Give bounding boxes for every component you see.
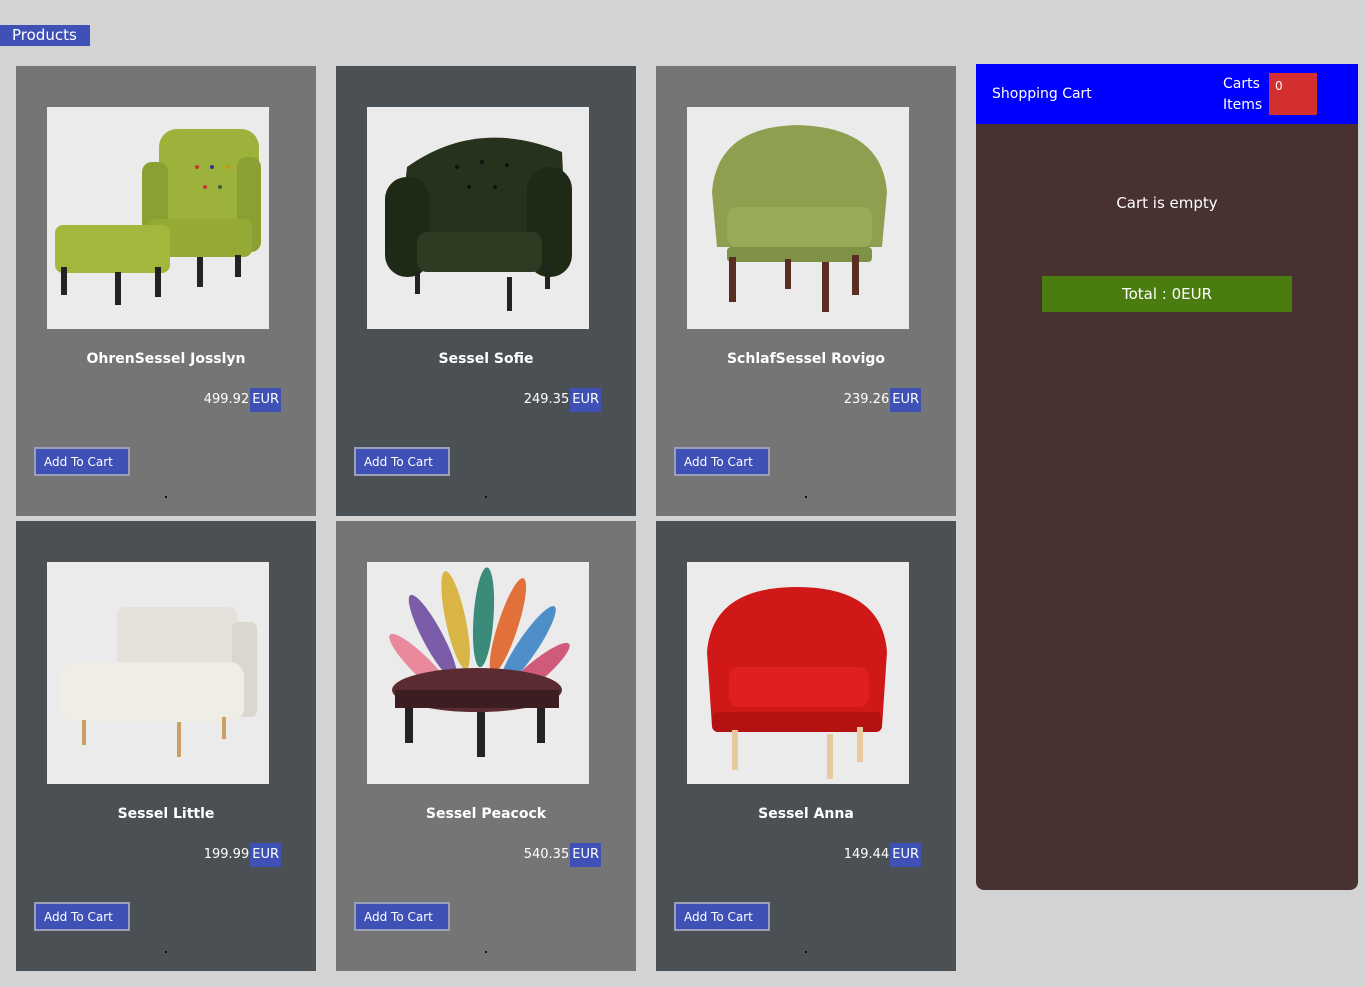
currency-badge: EUR <box>890 388 921 412</box>
product-name: SchlafSessel Rovigo <box>726 351 886 367</box>
cart-empty-message: Cart is empty <box>1116 194 1218 212</box>
product-image <box>687 107 909 329</box>
product-image <box>367 107 589 329</box>
price-value: 199.99 <box>203 846 250 862</box>
product-card: Sessel Little 199.99 EUR Add To Cart <box>16 521 316 971</box>
product-price: 199.99 EUR <box>204 843 281 867</box>
patchwork-peacock-chair-icon <box>389 567 570 757</box>
product-price: 540.35 EUR <box>524 843 601 867</box>
red-tub-chair-icon <box>707 587 887 779</box>
divider-dot <box>805 951 807 953</box>
price-value: 249.35 <box>523 391 570 407</box>
add-to-cart-button[interactable]: Add To Cart <box>34 447 130 476</box>
product-name: OhrenSessel Josslyn <box>86 351 246 367</box>
currency-badge: EUR <box>890 843 921 867</box>
product-card: OhrenSessel Josslyn 499.92 EUR Add To Ca… <box>16 66 316 516</box>
cart-items-label: Carts Items <box>1223 76 1263 113</box>
shopping-cart-panel: Shopping Cart Carts Items 0 Cart is empt… <box>976 64 1358 890</box>
product-image <box>47 562 269 784</box>
price-value: 499.92 <box>203 391 250 407</box>
divider-dot <box>485 951 487 953</box>
currency-badge: EUR <box>570 843 601 867</box>
cart-count-badge: 0 <box>1269 73 1317 115</box>
product-card: Sessel Anna 149.44 EUR Add To Cart <box>656 521 956 971</box>
product-image <box>687 562 909 784</box>
olive-tub-chair-icon <box>712 125 887 312</box>
add-to-cart-button[interactable]: Add To Cart <box>34 902 130 931</box>
cart-title: Shopping Cart <box>992 86 1092 102</box>
cart-header: Shopping Cart Carts Items 0 <box>976 64 1358 124</box>
product-card: Sessel Sofie 249.35 EUR Add To Cart <box>336 66 636 516</box>
currency-badge: EUR <box>570 388 601 412</box>
add-to-cart-button[interactable]: Add To Cart <box>674 902 770 931</box>
divider-dot <box>485 496 487 498</box>
dark-green-armchair-icon <box>385 137 572 311</box>
product-name: Sessel Sofie <box>438 351 534 367</box>
green-wingback-chair-icon <box>55 129 261 305</box>
add-to-cart-button[interactable]: Add To Cart <box>674 447 770 476</box>
product-price: 239.26 EUR <box>844 388 921 412</box>
cart-total: Total : 0EUR <box>1042 276 1292 312</box>
divider-dot <box>165 951 167 953</box>
price-value: 149.44 <box>843 846 890 862</box>
product-name: Sessel Anna <box>758 806 854 822</box>
add-to-cart-button[interactable]: Add To Cart <box>354 447 450 476</box>
product-image <box>367 562 589 784</box>
product-card: Sessel Peacock 540.35 EUR Add To Cart <box>336 521 636 971</box>
divider-dot <box>165 496 167 498</box>
price-value: 540.35 <box>523 846 570 862</box>
product-price: 499.92 EUR <box>204 388 281 412</box>
divider-dot <box>805 496 807 498</box>
product-name: Sessel Little <box>117 806 215 822</box>
price-value: 239.26 <box>843 391 890 407</box>
white-sleeper-chair-icon <box>59 607 257 757</box>
product-name: Sessel Peacock <box>425 806 547 822</box>
product-card: SchlafSessel Rovigo 239.26 EUR Add To Ca… <box>656 66 956 516</box>
product-price: 149.44 EUR <box>844 843 921 867</box>
currency-badge: EUR <box>250 843 281 867</box>
currency-badge: EUR <box>250 388 281 412</box>
add-to-cart-button[interactable]: Add To Cart <box>354 902 450 931</box>
product-price: 249.35 EUR <box>524 388 601 412</box>
product-image <box>47 107 269 329</box>
products-heading: Products <box>0 25 90 46</box>
